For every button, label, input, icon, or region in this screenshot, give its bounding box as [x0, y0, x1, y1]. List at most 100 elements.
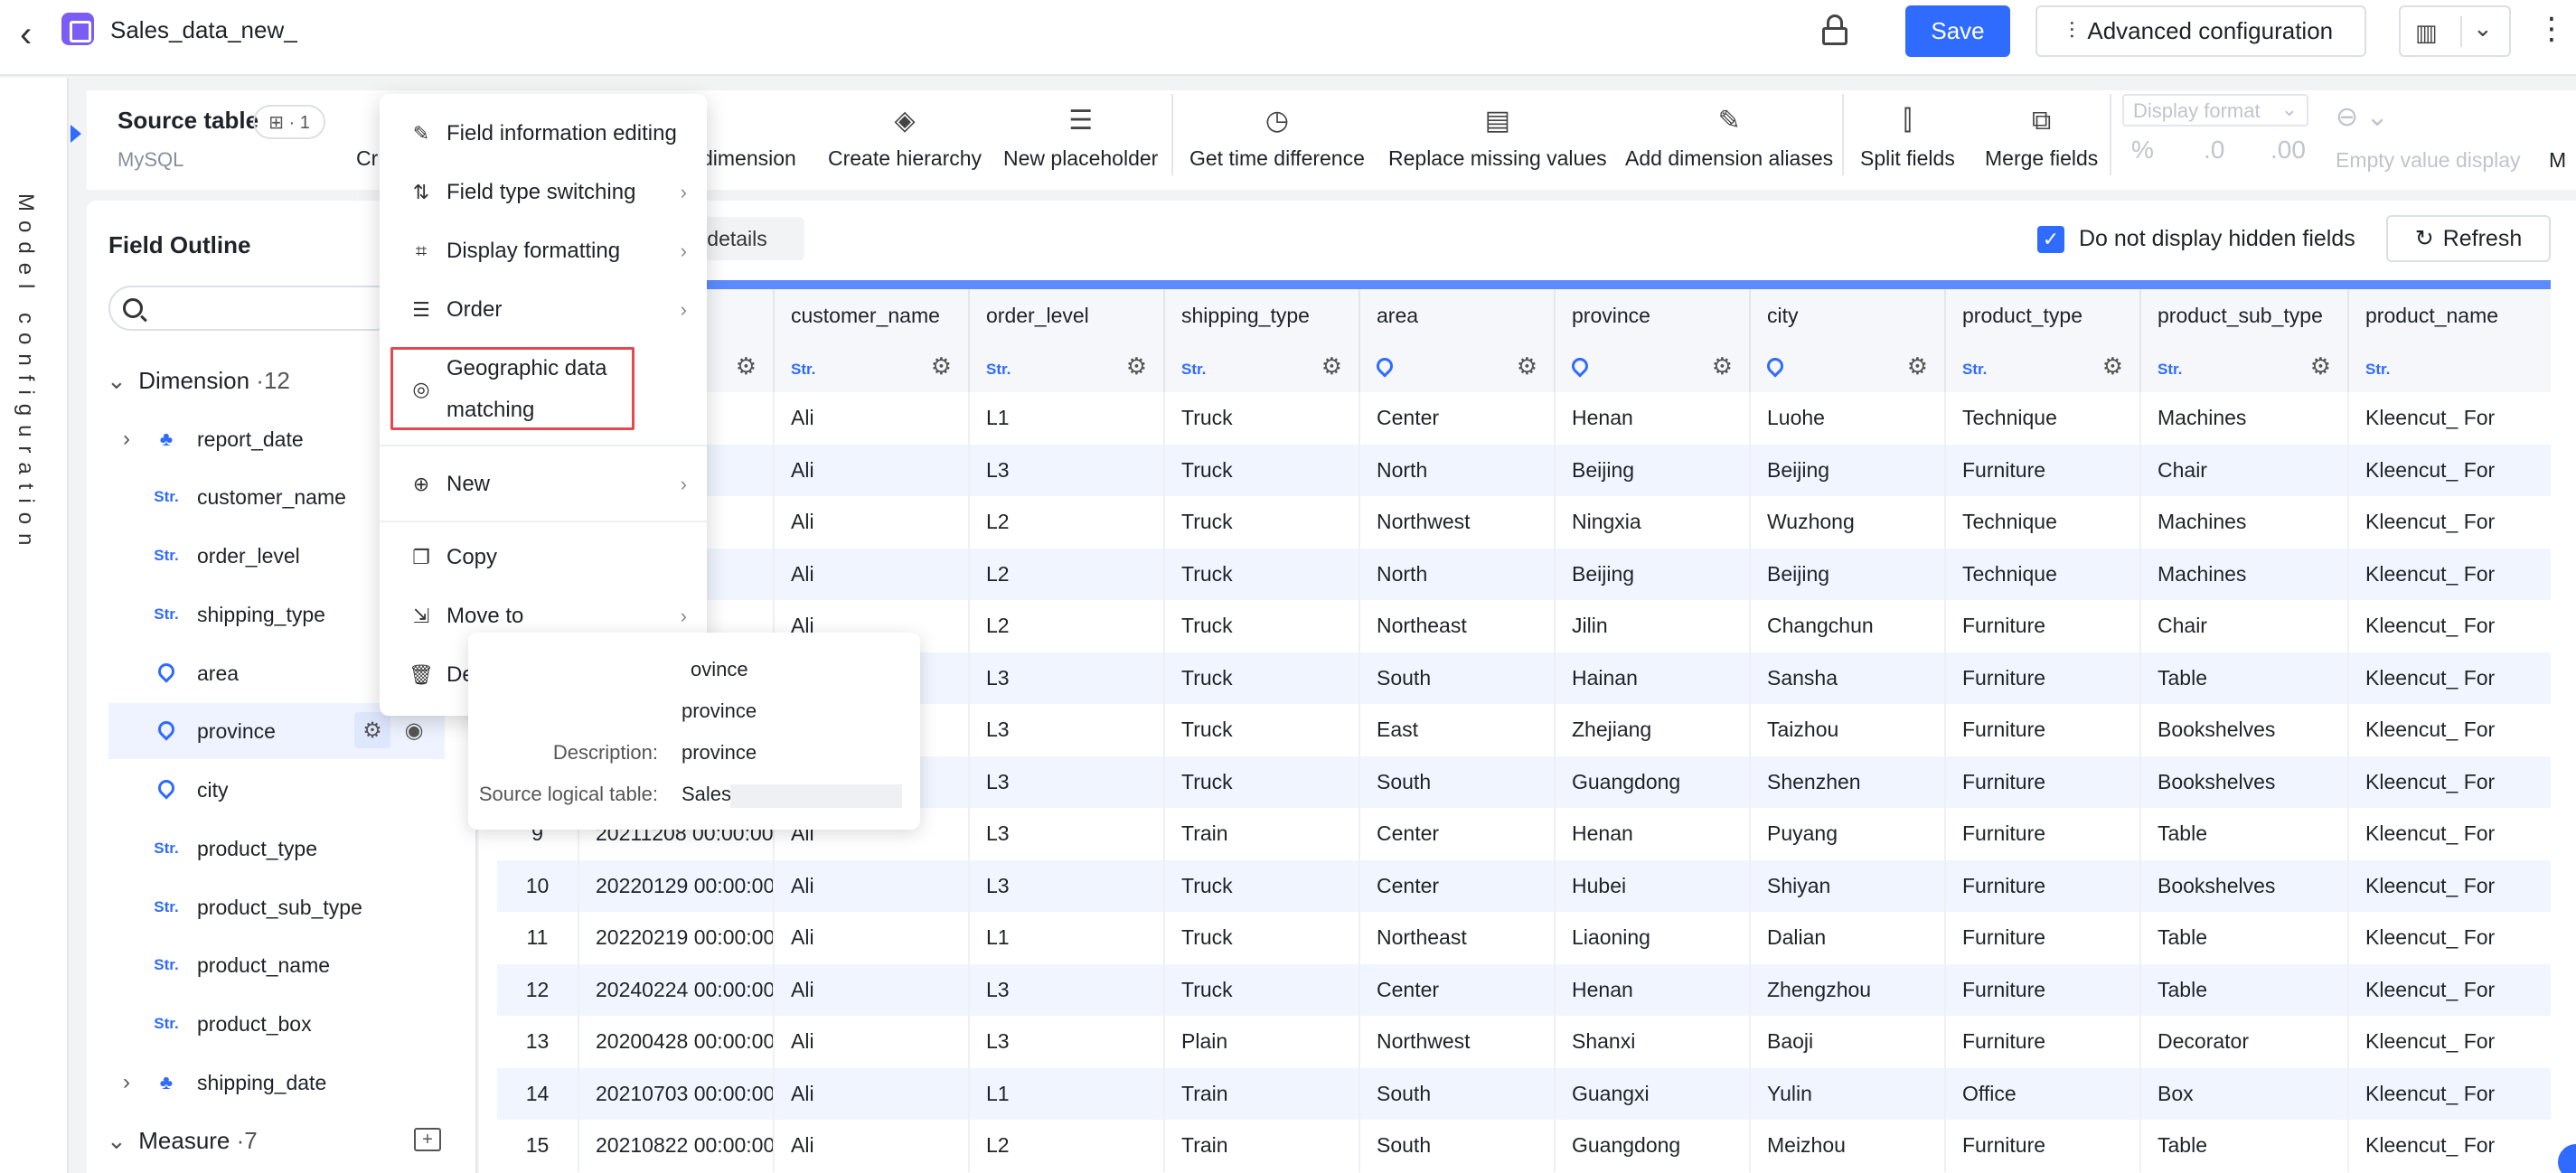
- column-header[interactable]: product_name: [2348, 289, 2551, 342]
- save-button[interactable]: Save: [1905, 5, 2010, 57]
- table-row[interactable]: 14 20210703 00:00:00 Ali L1 Train South Guangx…: [497, 1067, 2551, 1120]
- toolbar-more-partial[interactable]: M: [2549, 148, 2566, 173]
- table-row[interactable]: 11 20220219 00:00:00 Ali L1 Truck Northeast Li…: [497, 912, 2551, 964]
- tree-item-product-name[interactable]: Str. product_name: [108, 937, 445, 993]
- hide-hidden-fields-label[interactable]: Do not display hidden fields: [2079, 226, 2355, 252]
- table-cell: 20200428 00:00:00: [578, 1016, 775, 1068]
- table-cell: Center: [1359, 963, 1556, 1016]
- column-header[interactable]: province: [1555, 289, 1751, 342]
- column-header[interactable]: order_level: [969, 289, 1165, 342]
- chart-menu-button[interactable]: ▥ ⌄: [2399, 5, 2511, 57]
- add-folder-icon[interactable]: +: [414, 1128, 441, 1151]
- table-cell: Yulin: [1750, 1067, 1946, 1120]
- menu-item-copy[interactable]: ❐ Copy: [407, 532, 687, 583]
- gear-icon[interactable]: ⚙: [354, 712, 390, 748]
- gear-icon[interactable]: ⚙: [2310, 352, 2331, 380]
- tree-item-product-box[interactable]: Str. product_box: [108, 996, 445, 1052]
- advanced-configuration-button[interactable]: ⫶ Advanced configuration: [2035, 5, 2366, 57]
- table-row[interactable]: 00:00:00AliL3TruckNorthBeijingBeijingFur…: [497, 444, 2551, 496]
- menu-item-new[interactable]: ⊕ New ›: [407, 459, 687, 510]
- merge-fields-tool[interactable]: ⧉ Merge fields: [1985, 101, 2098, 183]
- increase-decimal-icon[interactable]: .00: [2270, 136, 2306, 164]
- menu-item-field-type-switching[interactable]: ⇅ Field type switching ›: [407, 167, 687, 218]
- table-cell: Guangdong: [1555, 1120, 1751, 1172]
- expand-arrow-icon[interactable]: [71, 125, 81, 143]
- display-format-select[interactable]: Display format ⌄: [2122, 94, 2308, 127]
- gear-icon[interactable]: ⚙: [931, 352, 952, 380]
- percent-format-icon[interactable]: %: [2131, 136, 2154, 164]
- chevron-down-icon[interactable]: ⌄: [2473, 14, 2493, 42]
- tree-item-product-sub-type[interactable]: Str. product_sub_type: [108, 879, 445, 935]
- gear-icon[interactable]: ⚙: [1126, 352, 1147, 380]
- tree-item-shipping-date[interactable]: › ♣ shipping_date: [108, 1055, 445, 1111]
- get-time-difference-tool[interactable]: ◷ Get time difference: [1189, 101, 1365, 183]
- column-header[interactable]: city: [1750, 289, 1946, 342]
- hierarchy-icon: ♣: [159, 1071, 174, 1093]
- gear-icon[interactable]: ⚙: [736, 352, 757, 380]
- create-hierarchy-tool[interactable]: ◈ Create hierarchy: [828, 101, 982, 183]
- new-placeholder-tool[interactable]: ☰ New placeholder: [1003, 101, 1158, 183]
- chevron-right-icon[interactable]: ›: [108, 427, 145, 452]
- file-title[interactable]: Sales_data_new_: [110, 16, 297, 44]
- hide-hidden-fields-checkbox[interactable]: ✓: [2037, 226, 2064, 253]
- gear-icon[interactable]: ⚙: [2102, 352, 2123, 380]
- table-cell: Ali: [774, 548, 970, 600]
- gear-icon[interactable]: ⚙: [1712, 352, 1733, 380]
- table-row[interactable]: 10 20220129 00:00:00 Ali L3 Truck Center Hubei…: [497, 859, 2551, 912]
- tree-item-label: shipping_type: [197, 602, 325, 626]
- table-cell: South: [1359, 1120, 1556, 1172]
- chevron-down-icon: ⌄: [107, 367, 127, 394]
- field-search-input[interactable]: [108, 286, 398, 331]
- table-cell: Furniture: [1945, 1016, 2141, 1068]
- menu-item-order[interactable]: ☰ Order ›: [407, 285, 687, 335]
- table-row[interactable]: 00:00:00AliL2TruckNorthwestNingxiaWuzhon…: [497, 496, 2551, 549]
- column-header[interactable]: shipping_type: [1164, 289, 1360, 342]
- gear-icon[interactable]: ⚙: [1517, 352, 1537, 380]
- tree-item-product-type[interactable]: Str. product_type: [108, 821, 445, 877]
- sliders-icon: ⫶: [2068, 16, 2075, 44]
- dimension-group-header[interactable]: ⌄ Dimension ·12: [107, 367, 290, 395]
- column-header[interactable]: customer_name: [774, 289, 970, 342]
- gear-icon[interactable]: ⚙: [1907, 352, 1928, 380]
- source-table-count-badge[interactable]: ⊞ · 1: [253, 105, 325, 139]
- split-fields-tool[interactable]: ⫿ Split fields: [1860, 101, 1955, 183]
- more-options-icon[interactable]: ⋮: [2536, 11, 2567, 47]
- add-dimension-aliases-tool[interactable]: ✎ Add dimension aliases: [1625, 101, 1833, 183]
- trash-icon: 🗑: [409, 663, 434, 686]
- lock-icon[interactable]: [1820, 14, 1849, 47]
- table-row[interactable]: 00:00:00AliL2TruckNorthBeijingBeijingTec…: [497, 548, 2551, 600]
- decrease-decimal-icon[interactable]: .0: [2204, 136, 2224, 164]
- table-row[interactable]: 15 20210822 00:00:00 Ali L2 Train South Guangd…: [497, 1120, 2551, 1172]
- tree-item-label: shipping_date: [197, 1070, 327, 1094]
- string-type-icon: Str.: [154, 956, 179, 973]
- column-header[interactable]: area: [1359, 289, 1556, 342]
- refresh-button[interactable]: ↻ Refresh: [2386, 215, 2551, 262]
- measure-group-header[interactable]: ⌄ Measure ·7: [107, 1127, 258, 1155]
- tree-item-city[interactable]: city: [108, 762, 445, 818]
- dimension-tool-partial[interactable]: dimension: [701, 101, 796, 183]
- gear-icon[interactable]: ⚙: [1321, 352, 1342, 380]
- string-type-icon: Str.: [791, 360, 816, 378]
- menu-item-display-formatting[interactable]: ⌗ Display formatting ›: [407, 226, 687, 277]
- model-configuration-label[interactable]: Model configuration: [13, 193, 38, 554]
- chevron-right-icon[interactable]: ›: [108, 1070, 145, 1095]
- column-header[interactable]: product_sub_type: [2140, 289, 2349, 342]
- menu-divider: [380, 445, 707, 446]
- back-arrow-icon[interactable]: ‹: [20, 14, 32, 55]
- menu-item-field-info-editing[interactable]: ✎ Field information editing: [407, 108, 687, 159]
- column-header[interactable]: product_type: [1945, 289, 2141, 342]
- replace-missing-values-tool[interactable]: ▤ Replace missing values: [1388, 101, 1607, 183]
- eye-icon[interactable]: ◉: [396, 712, 432, 748]
- table-cell: Beijing: [1555, 548, 1751, 600]
- table-cell: Furniture: [1945, 704, 2141, 756]
- table-row[interactable]: 12 20240224 00:00:00 Ali L3 Truck Center Henan…: [497, 963, 2551, 1016]
- empty-value-icon[interactable]: ⊖ ⌄: [2336, 101, 2389, 133]
- table-cell: Chair: [2140, 444, 2349, 496]
- table-cell: Machines: [2140, 548, 2349, 600]
- create-tool-partial[interactable]: Cr: [356, 101, 378, 183]
- table-cell: Kleencut_ For: [2348, 600, 2551, 652]
- table-row[interactable]: 13 20200428 00:00:00 Ali L3 Plain Northwest Sh…: [497, 1016, 2551, 1068]
- table-row[interactable]: 00:00:00AliL1TruckCenterHenanLuoheTechni…: [497, 392, 2551, 445]
- empty-value-display-label[interactable]: Empty value display: [2336, 148, 2521, 173]
- table-cell: Furniture: [1945, 600, 2141, 652]
